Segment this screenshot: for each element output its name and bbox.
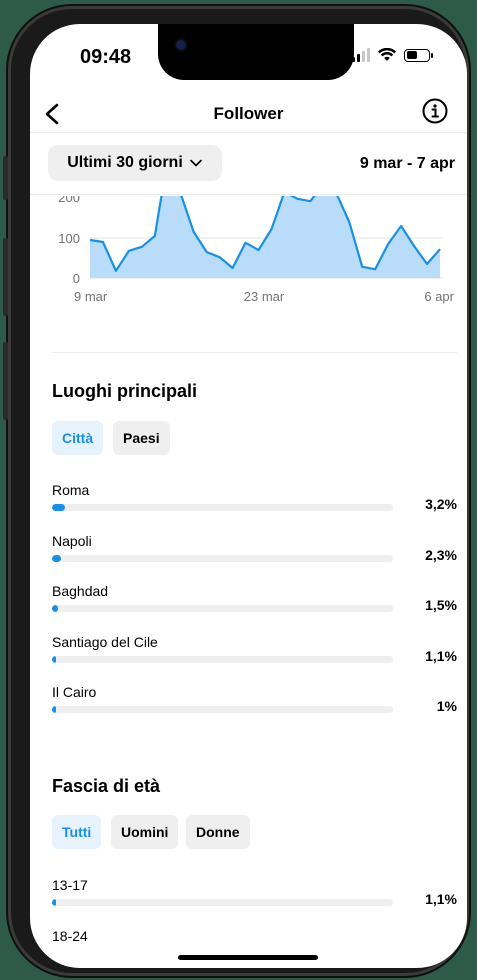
date-range-dropdown-label: Ultimi 30 giorni xyxy=(67,154,183,171)
page-title: Follower xyxy=(213,104,284,123)
location-row: Il Cairo 1% xyxy=(52,684,457,724)
age-label: 18-24 xyxy=(52,928,88,944)
location-row: Roma 3,2% xyxy=(52,482,457,522)
mute-switch xyxy=(3,156,8,200)
y-tick-label: 0 xyxy=(73,271,80,286)
age-bar-fill xyxy=(52,899,57,906)
location-row: Napoli 2,3% xyxy=(52,533,457,573)
location-value: 1,1% xyxy=(425,648,457,664)
age-value: 1,1% xyxy=(425,891,457,907)
x-tick-label: 23 mar xyxy=(244,289,285,304)
navigation-header: Follower xyxy=(30,94,467,134)
location-bar xyxy=(52,555,393,562)
location-bar-fill xyxy=(52,504,65,511)
location-label: Il Cairo xyxy=(52,684,97,700)
location-bar-fill xyxy=(52,555,62,562)
locations-section-title: Luoghi principali xyxy=(52,381,197,401)
location-value: 2,3% xyxy=(425,547,457,563)
wifi-icon xyxy=(378,48,396,61)
location-row: Baghdad 1,5% xyxy=(52,583,457,623)
tab-tutti[interactable]: Tutti xyxy=(52,815,102,849)
location-label: Baghdad xyxy=(52,583,109,599)
location-bar xyxy=(52,656,393,663)
location-value: 1,5% xyxy=(425,597,457,613)
volume-up-button xyxy=(3,238,8,316)
age-section-title: Fascia di età xyxy=(52,776,161,796)
age-bar xyxy=(52,899,393,906)
followers-area xyxy=(90,196,440,278)
location-value: 3,2% xyxy=(425,496,457,512)
location-value: 1% xyxy=(436,698,457,714)
y-tick-label: 200 xyxy=(58,196,80,205)
filter-divider xyxy=(30,194,467,195)
tab-citta[interactable]: Città xyxy=(52,421,104,455)
location-bar xyxy=(52,605,393,612)
tab-uomini[interactable]: Uomini xyxy=(111,815,179,849)
chevron-down-icon xyxy=(189,159,202,167)
date-range-text: 9 mar - 7 apr xyxy=(359,155,455,172)
cellular-signal-icon xyxy=(352,48,370,62)
age-label: 13-17 xyxy=(52,877,88,893)
x-tick-label: 9 mar xyxy=(74,289,108,304)
age-row: 18-24 xyxy=(52,928,457,968)
location-bar-fill xyxy=(52,656,57,663)
location-label: Napoli xyxy=(52,533,92,549)
y-tick-label: 100 xyxy=(58,231,80,246)
status-icons xyxy=(352,48,433,62)
phone-frame: 09:48 Follower Ultimi 30 giorni 9 mar - … xyxy=(3,6,469,976)
info-circle-icon[interactable] xyxy=(422,98,448,124)
header-divider xyxy=(30,132,467,133)
front-camera xyxy=(176,40,186,50)
followers-area-chart: 200 100 0 9 mar 23 mar 6 apr xyxy=(58,196,455,304)
notch xyxy=(158,24,354,80)
battery-icon xyxy=(404,48,433,62)
location-bar-fill xyxy=(52,605,58,612)
age-row: 13-17 1,1% xyxy=(52,877,457,917)
date-range-dropdown[interactable]: Ultimi 30 giorni xyxy=(48,145,222,181)
location-bar-fill xyxy=(52,706,57,713)
x-tick-label: 6 apr xyxy=(424,289,454,304)
screen: 09:48 Follower Ultimi 30 giorni 9 mar - … xyxy=(30,24,467,968)
tab-paesi[interactable]: Paesi xyxy=(113,421,170,455)
volume-down-button xyxy=(3,342,8,420)
location-bar xyxy=(52,504,393,511)
status-time: 09:48 xyxy=(80,46,132,68)
location-label: Roma xyxy=(52,482,90,498)
location-label: Santiago del Cile xyxy=(52,634,158,650)
location-bar xyxy=(52,706,393,713)
home-indicator xyxy=(178,955,318,960)
location-row: Santiago del Cile 1,1% xyxy=(52,634,457,674)
tab-donne[interactable]: Donne xyxy=(186,815,250,849)
chart-divider xyxy=(52,352,457,353)
